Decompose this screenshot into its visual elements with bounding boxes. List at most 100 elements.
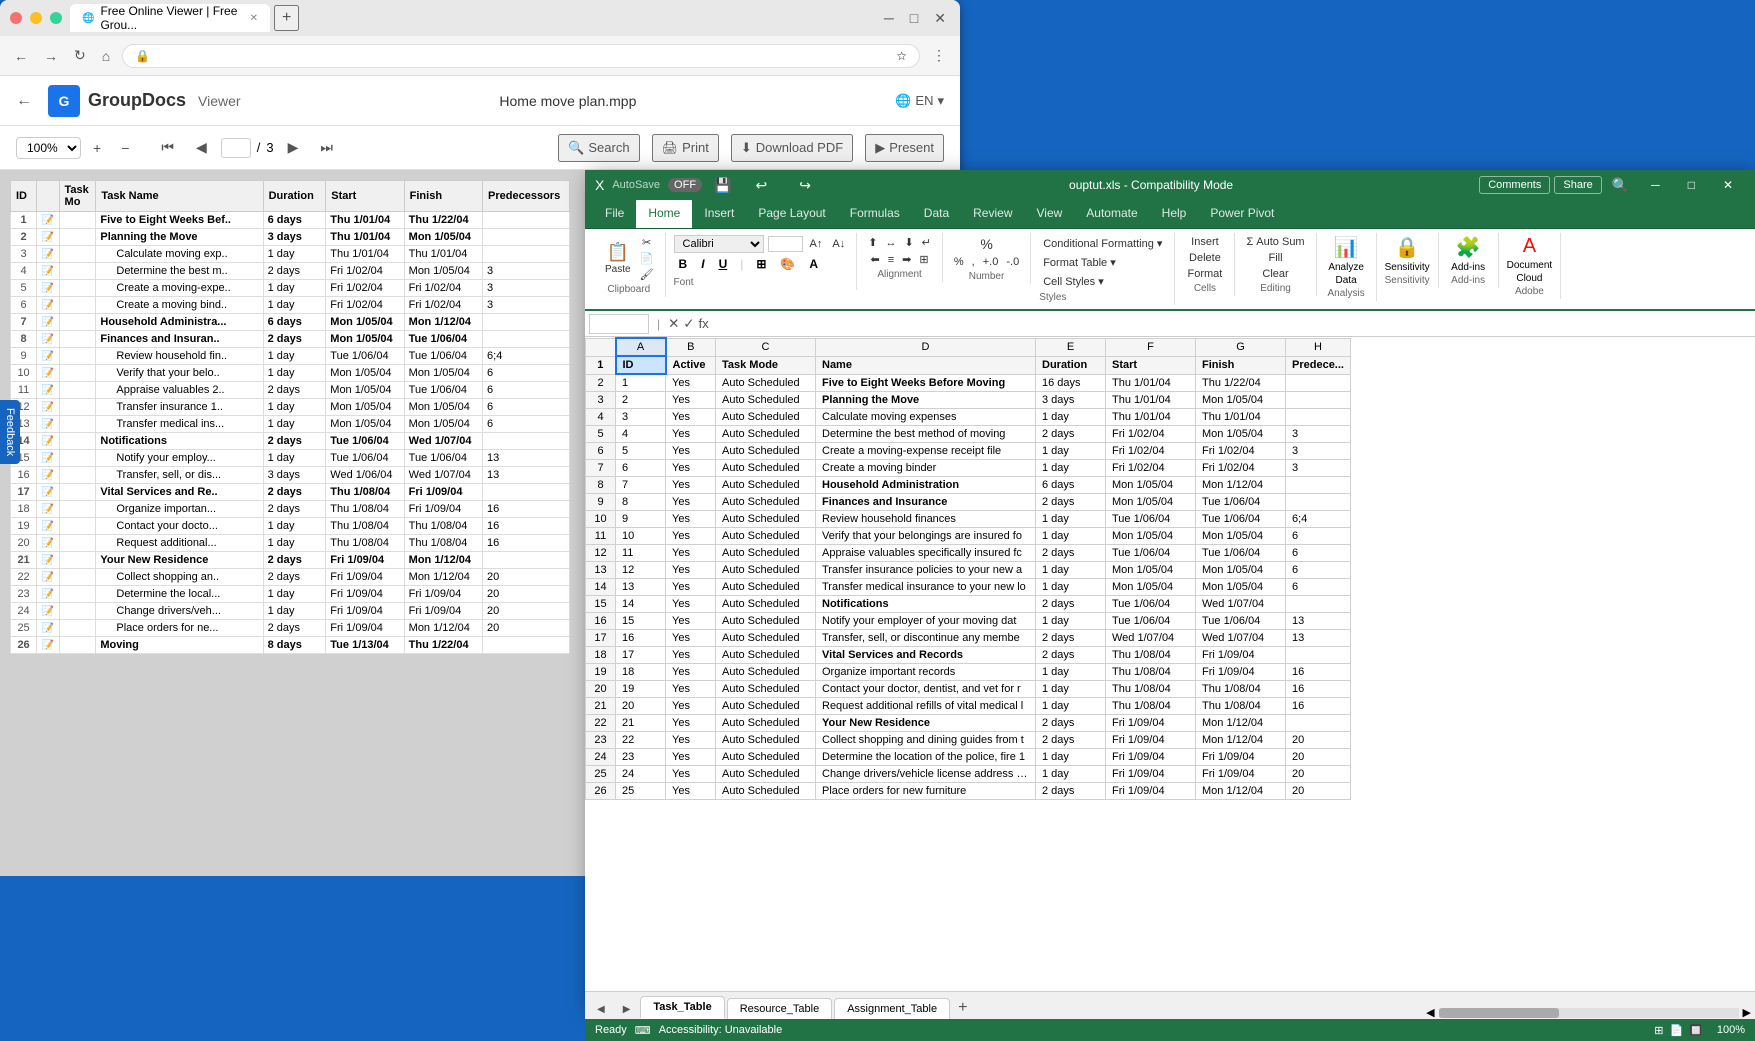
- cell-C[interactable]: Auto Scheduled: [716, 545, 816, 562]
- cell-D[interactable]: Appraise valuables specifically insured …: [816, 545, 1036, 562]
- col-header-E[interactable]: E: [1036, 338, 1106, 356]
- cell-A[interactable]: 12: [616, 562, 666, 579]
- cell-C[interactable]: Auto Scheduled: [716, 681, 816, 698]
- cut-button[interactable]: ✂: [637, 235, 657, 250]
- cell-F[interactable]: Mon 1/05/04: [1106, 528, 1196, 545]
- cell-A[interactable]: 22: [616, 732, 666, 749]
- cell-H[interactable]: 6;4: [1286, 511, 1351, 528]
- tab-view[interactable]: View: [1025, 200, 1075, 228]
- reload-button[interactable]: ↻: [70, 43, 90, 68]
- cell-D[interactable]: Household Administration: [816, 477, 1036, 494]
- cell-F[interactable]: Fri 1/09/04: [1106, 766, 1196, 783]
- print-button[interactable]: 🖨 Print: [652, 134, 719, 162]
- cell-F[interactable]: Thu 1/08/04: [1106, 664, 1196, 681]
- cell-E[interactable]: 1 day: [1036, 443, 1106, 460]
- cell-A[interactable]: 15: [616, 613, 666, 630]
- copy-button[interactable]: 📄: [637, 251, 657, 266]
- font-color-button[interactable]: A: [804, 255, 823, 273]
- cell-E[interactable]: 1 day: [1036, 664, 1106, 681]
- cell-A[interactable]: 18: [616, 664, 666, 681]
- sheet-nav-left[interactable]: ◀: [589, 1000, 613, 1019]
- cell-A[interactable]: 25: [616, 783, 666, 800]
- normal-view-icon[interactable]: ⊞: [1654, 1024, 1663, 1037]
- cell-D[interactable]: Place orders for new furniture: [816, 783, 1036, 800]
- cell-H[interactable]: 6: [1286, 579, 1351, 596]
- cell-F[interactable]: Thu 1/08/04: [1106, 647, 1196, 664]
- cell-A[interactable]: 1: [616, 374, 666, 392]
- zoom-in-button[interactable]: +: [85, 136, 109, 160]
- cell-B[interactable]: Active: [666, 356, 716, 374]
- cell-B[interactable]: Yes: [666, 596, 716, 613]
- insert-cells-button[interactable]: Insert: [1188, 235, 1222, 249]
- align-middle-button[interactable]: ↔: [882, 235, 899, 250]
- close-button[interactable]: [10, 12, 22, 24]
- cell-F[interactable]: Thu 1/01/04: [1106, 392, 1196, 409]
- cell-D[interactable]: Determine the best method of moving: [816, 426, 1036, 443]
- cell-F[interactable]: Tue 1/06/04: [1106, 511, 1196, 528]
- cell-A[interactable]: 21: [616, 715, 666, 732]
- page-input[interactable]: 1: [221, 138, 251, 158]
- cell-E[interactable]: 1 day: [1036, 698, 1106, 715]
- comma-button[interactable]: ,: [969, 255, 978, 269]
- cell-E[interactable]: 1 day: [1036, 681, 1106, 698]
- cell-C[interactable]: Auto Scheduled: [716, 374, 816, 392]
- cell-B[interactable]: Yes: [666, 477, 716, 494]
- cell-F[interactable]: Thu 1/01/04: [1106, 409, 1196, 426]
- cell-C[interactable]: Auto Scheduled: [716, 511, 816, 528]
- align-right-button[interactable]: ➡: [899, 252, 914, 267]
- cell-G[interactable]: Fri 1/02/04: [1196, 443, 1286, 460]
- cell-C[interactable]: Auto Scheduled: [716, 392, 816, 409]
- cell-H[interactable]: 13: [1286, 630, 1351, 647]
- cell-F[interactable]: Fri 1/09/04: [1106, 732, 1196, 749]
- cell-G[interactable]: Tue 1/06/04: [1196, 613, 1286, 630]
- cell-H[interactable]: 6: [1286, 545, 1351, 562]
- cell-G[interactable]: Mon 1/05/04: [1196, 426, 1286, 443]
- col-header-G[interactable]: G: [1196, 338, 1286, 356]
- col-header-C[interactable]: C: [716, 338, 816, 356]
- cell-H[interactable]: 6: [1286, 562, 1351, 579]
- cell-B[interactable]: Yes: [666, 783, 716, 800]
- cell-D[interactable]: Create a moving-expense receipt file: [816, 443, 1036, 460]
- conditional-formatting-button[interactable]: Conditional Formatting ▾: [1039, 235, 1166, 252]
- cell-G[interactable]: Fri 1/09/04: [1196, 766, 1286, 783]
- cell-reference-input[interactable]: A1: [589, 314, 649, 334]
- cell-H[interactable]: 3: [1286, 443, 1351, 460]
- cell-G[interactable]: Wed 1/07/04: [1196, 630, 1286, 647]
- cell-D[interactable]: Notify your employer of your moving dat: [816, 613, 1036, 630]
- cell-C[interactable]: Auto Scheduled: [716, 426, 816, 443]
- cell-C[interactable]: Auto Scheduled: [716, 596, 816, 613]
- cell-H[interactable]: 16: [1286, 664, 1351, 681]
- cell-C[interactable]: Task Mode: [716, 356, 816, 374]
- zoom-out-button[interactable]: −: [113, 136, 137, 160]
- cell-F[interactable]: Mon 1/05/04: [1106, 477, 1196, 494]
- cell-C[interactable]: Auto Scheduled: [716, 494, 816, 511]
- cell-B[interactable]: Yes: [666, 715, 716, 732]
- merge-cells-button[interactable]: ⊞: [916, 252, 931, 267]
- col-header-D[interactable]: D: [816, 338, 1036, 356]
- cell-F[interactable]: Tue 1/06/04: [1106, 596, 1196, 613]
- cell-A[interactable]: 23: [616, 749, 666, 766]
- sheet-nav-right[interactable]: ▶: [615, 1000, 639, 1019]
- cell-styles-button[interactable]: Cell Styles ▾: [1039, 273, 1166, 290]
- search-button[interactable]: 🔍 Search: [558, 134, 639, 162]
- cell-G[interactable]: Fri 1/09/04: [1196, 647, 1286, 664]
- cell-G[interactable]: Tue 1/06/04: [1196, 545, 1286, 562]
- language-selector[interactable]: 🌐 EN ▾: [895, 93, 944, 109]
- browser-minimize-button[interactable]: ─: [880, 6, 898, 30]
- page-layout-icon[interactable]: 📄: [1669, 1024, 1683, 1037]
- cell-C[interactable]: Auto Scheduled: [716, 579, 816, 596]
- first-page-button[interactable]: ⏮: [153, 135, 182, 160]
- cell-B[interactable]: Yes: [666, 409, 716, 426]
- cell-H[interactable]: [1286, 392, 1351, 409]
- cell-C[interactable]: Auto Scheduled: [716, 732, 816, 749]
- underline-button[interactable]: U: [714, 255, 733, 273]
- cell-E[interactable]: 2 days: [1036, 783, 1106, 800]
- cell-F[interactable]: Fri 1/02/04: [1106, 443, 1196, 460]
- cell-C[interactable]: Auto Scheduled: [716, 749, 816, 766]
- tab-close-icon[interactable]: ✕: [250, 13, 258, 24]
- cell-E[interactable]: 1 day: [1036, 528, 1106, 545]
- insert-function-button[interactable]: fx: [698, 316, 708, 332]
- cell-B[interactable]: Yes: [666, 392, 716, 409]
- next-page-button[interactable]: ▶: [280, 135, 307, 160]
- cell-D[interactable]: Calculate moving expenses: [816, 409, 1036, 426]
